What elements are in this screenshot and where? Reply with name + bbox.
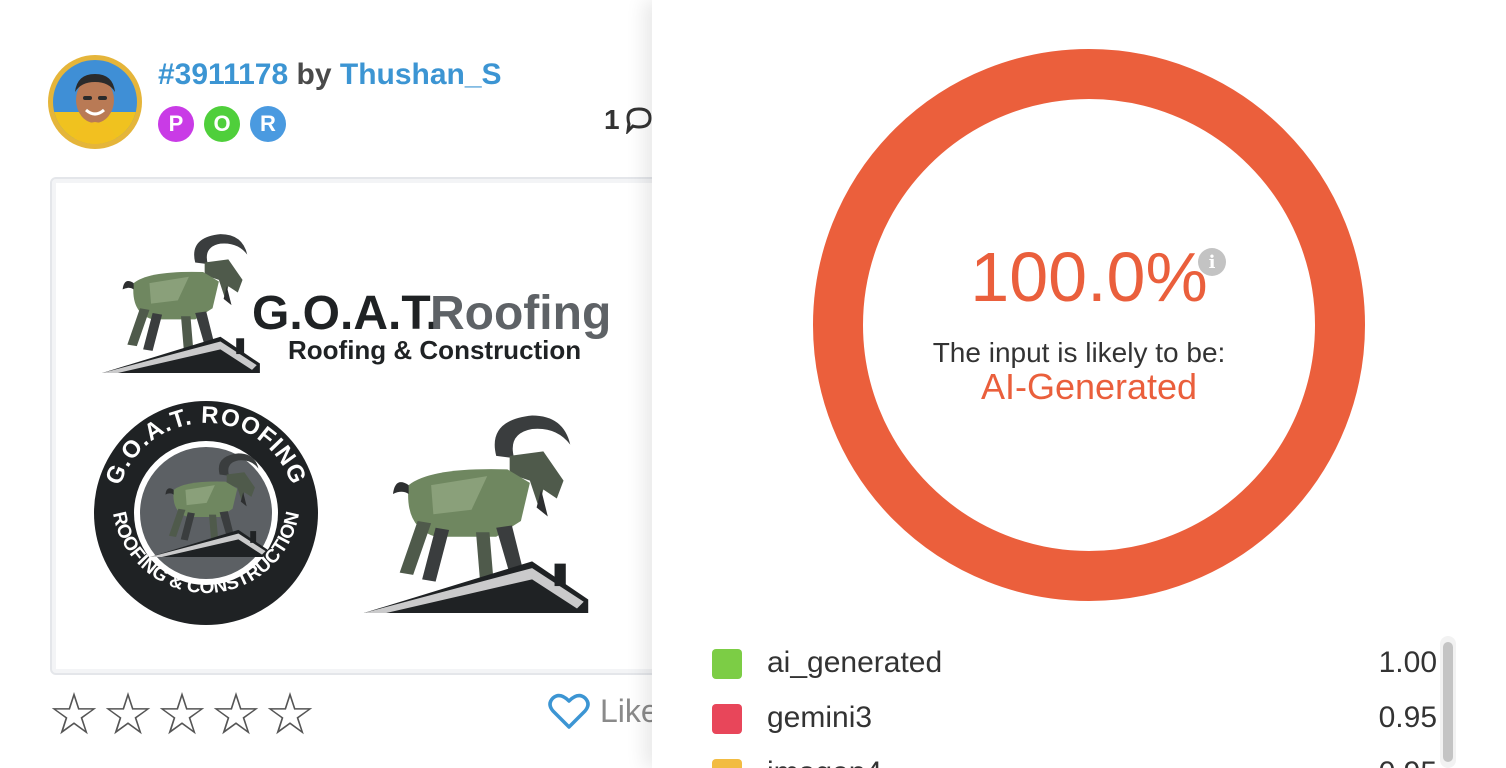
like-button[interactable]: Like (548, 692, 659, 730)
entry-card: #3911178 by Thushan_S P O R 1 G.O.A.T. R… (0, 0, 690, 768)
star-icon[interactable]: ☆ (264, 686, 316, 744)
verdict-intro: The input is likely to be: (932, 337, 1226, 368)
detection-panel: 100.0% i The input is likely to be: AI-G… (652, 0, 1506, 768)
entry-header: #3911178 by Thushan_S (158, 58, 502, 92)
info-icon[interactable]: i (1198, 248, 1226, 276)
author-link[interactable]: Thushan_S (340, 58, 502, 91)
result-row: ai_generated 1.00 (712, 636, 1452, 691)
result-label: gemini3 (767, 701, 873, 734)
result-value: 0.95 (1379, 756, 1437, 768)
badge-p[interactable]: P (158, 106, 194, 142)
entry-image-frame[interactable]: G.O.A.T. Roofing Roofing & Construction … (50, 177, 690, 675)
comment-icon (625, 107, 652, 134)
result-swatch (712, 704, 742, 734)
scrollbar-thumb[interactable] (1443, 642, 1453, 762)
comment-count[interactable]: 1 (604, 104, 654, 136)
result-swatch (712, 759, 742, 768)
like-label: Like (600, 692, 659, 729)
result-row: imagen4 0.95 (712, 746, 1452, 768)
badge-o[interactable]: O (204, 106, 240, 142)
badge-r[interactable]: R (250, 106, 286, 142)
avatar-photo (53, 60, 137, 144)
avatar[interactable] (48, 55, 142, 149)
result-row: gemini3 0.95 (712, 691, 1452, 746)
result-label: imagen4 (767, 756, 882, 768)
result-value: 0.95 (1378, 701, 1437, 734)
score-ring-arc (813, 49, 1365, 601)
star-icon[interactable]: ☆ (102, 686, 154, 744)
heart-icon (548, 693, 590, 729)
result-swatch (712, 649, 742, 679)
result-label: ai_generated (767, 646, 943, 679)
entry-logo-image: G.O.A.T. Roofing Roofing & Construction … (94, 234, 611, 625)
by-label: by (296, 58, 332, 91)
logo-brand-second: Roofing (430, 287, 611, 340)
star-icon[interactable]: ☆ (156, 686, 208, 744)
rating-stars[interactable]: ☆ ☆ ☆ ☆ ☆ (48, 686, 316, 744)
results-scrollbar[interactable] (1440, 636, 1456, 768)
star-icon[interactable]: ☆ (48, 686, 100, 744)
logo-brand-first: G.O.A.T. (252, 287, 439, 340)
result-list: ai_generated 1.00 gemini3 0.95 imagen4 0… (712, 636, 1452, 768)
score-ring-chart (813, 49, 1365, 601)
score-ring: 100.0% (812, 48, 1366, 602)
star-icon[interactable]: ☆ (210, 686, 262, 744)
score-value: 100.0% (970, 238, 1208, 316)
entry-id-link[interactable]: #3911178 (158, 58, 288, 91)
logo-tagline: Roofing & Construction (288, 335, 581, 365)
comment-count-value: 1 (604, 104, 620, 135)
result-value: 1.00 (1378, 646, 1437, 679)
badge-list: P O R (158, 106, 286, 142)
verdict-label: AI-Generated (980, 366, 1198, 407)
